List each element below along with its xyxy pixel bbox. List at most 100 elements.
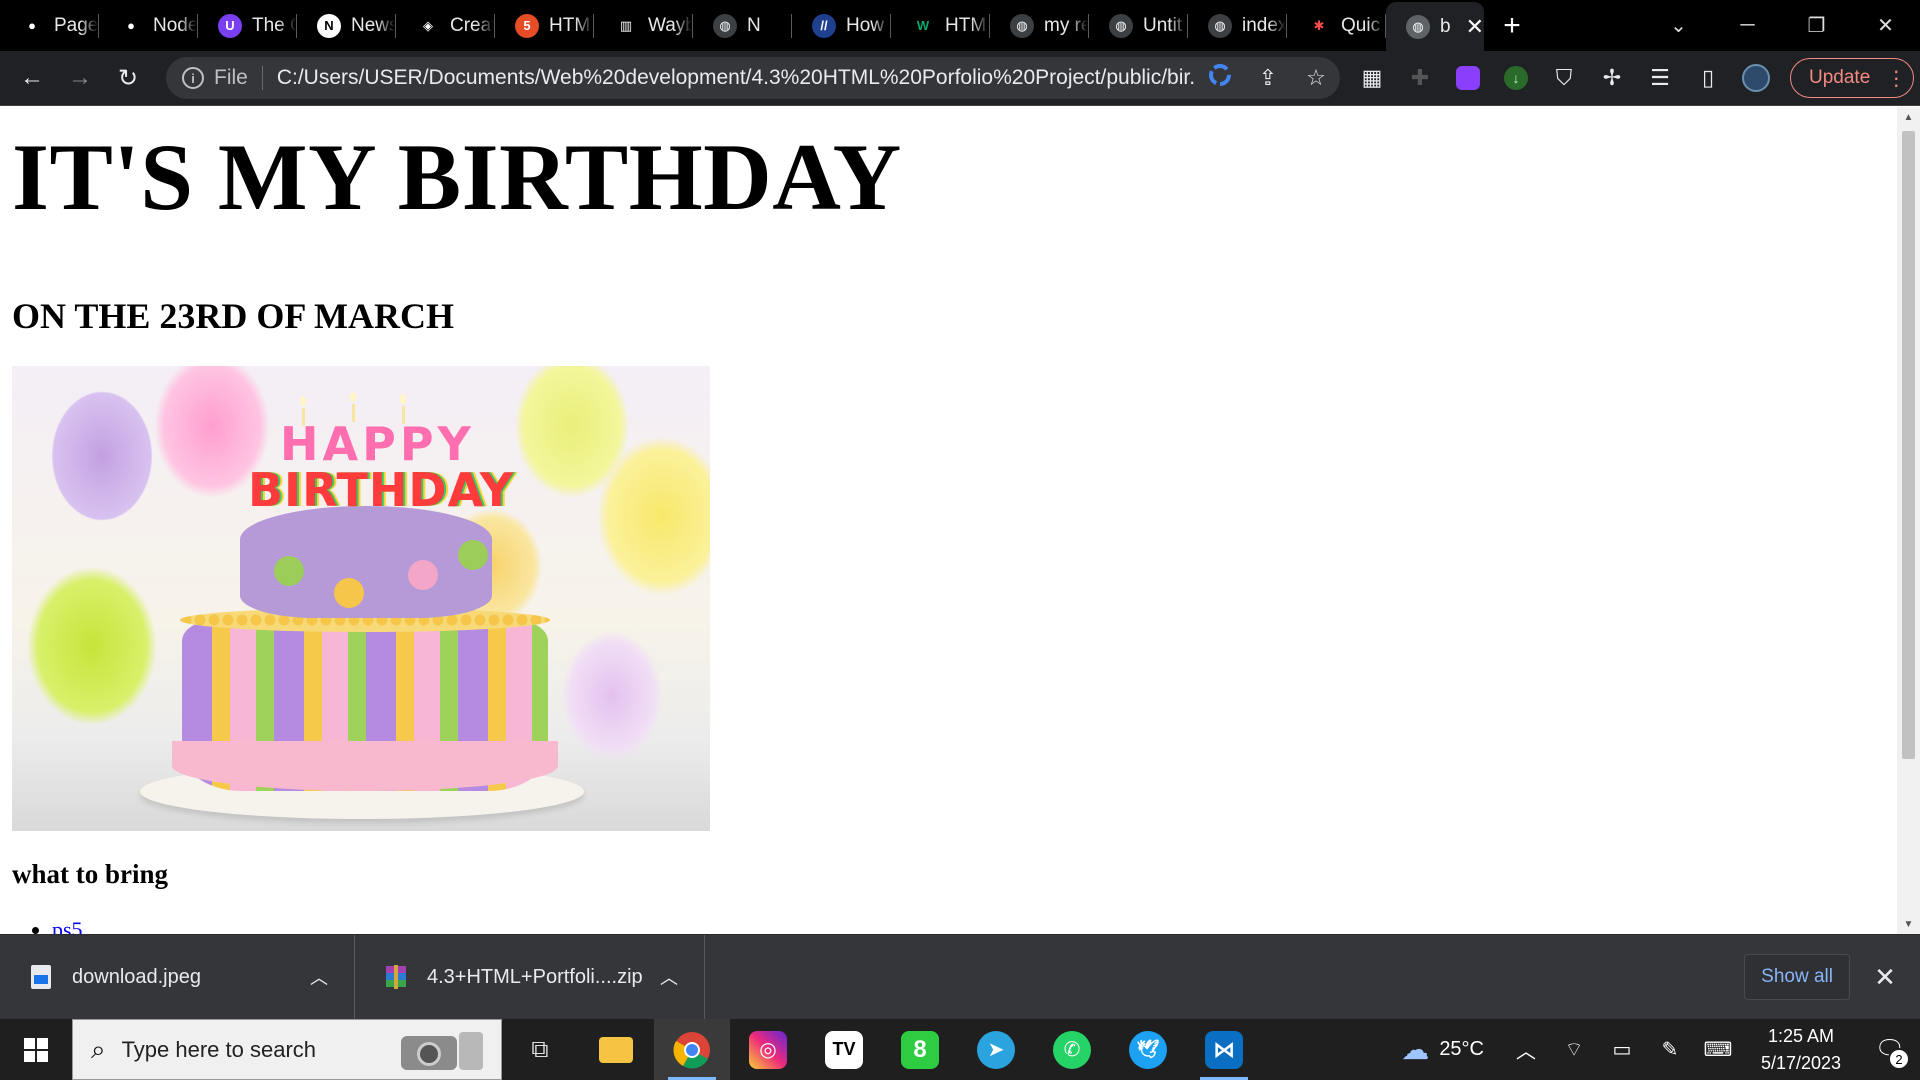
side-panel-icon[interactable]: ▯ (1684, 51, 1732, 106)
tab-1[interactable]: ● Node (99, 0, 198, 51)
tab-label: Untit (1143, 14, 1183, 36)
url-text[interactable]: C:/Users/USER/Documents/Web%20developmen… (277, 66, 1196, 90)
download-item[interactable]: 4.3+HTML+Portfoli....zip ︿ (355, 934, 705, 1020)
file-explorer-icon[interactable] (578, 1019, 654, 1080)
whatsapp-icon[interactable]: ✆ (1034, 1019, 1110, 1080)
codecademy-icon: // (812, 13, 836, 38)
wifi-icon[interactable]: ⌔ (1550, 1037, 1598, 1062)
cake-candle-letters: HAPPY BIRTHDAY (248, 421, 514, 513)
bookmark-star-icon[interactable]: ☆ (1292, 65, 1340, 91)
scroll-up-icon[interactable]: ▲ (1897, 107, 1920, 127)
tab-7[interactable]: ◍ N (693, 0, 792, 51)
start-button[interactable] (0, 1019, 72, 1080)
tabstrip-spacer (1540, 0, 1644, 51)
tab-5[interactable]: 5 HTM (495, 0, 594, 51)
tab-label: How (846, 14, 885, 36)
tab-10[interactable]: ◍ my re (990, 0, 1089, 51)
tab-4[interactable]: ◈ Creat (396, 0, 495, 51)
kebab-menu-icon[interactable]: ⋮ (1886, 66, 1906, 91)
system-tray: ☁ 25°C ︿ ⌔ ▭ ✎ ⌨ 1:25 AM 5/17/2023 🗨 2 (1383, 1019, 1920, 1080)
pen-icon[interactable]: ✎ (1646, 1037, 1694, 1062)
purple-extension-icon[interactable] (1444, 51, 1492, 106)
weather-temp: 25°C (1439, 1038, 1484, 1060)
news-icon: N (317, 13, 341, 38)
taskbar-search-box[interactable]: ⌕ Type here to search (72, 1019, 502, 1080)
cloud-icon: ☁ (1401, 1034, 1430, 1065)
new-tab-button[interactable]: + (1484, 0, 1540, 51)
tab-11[interactable]: ◍ Untit (1089, 0, 1188, 51)
tradingview-icon[interactable]: TV (806, 1019, 882, 1080)
clock[interactable]: 1:25 AM 5/17/2023 (1742, 1023, 1860, 1077)
puzzle-extensions-icon[interactable]: ✢ (1588, 51, 1636, 106)
scroll-down-icon[interactable]: ▼ (1897, 914, 1920, 934)
tab-active[interactable]: ◍ b ✕ (1386, 2, 1484, 51)
tab-label: index (1242, 14, 1286, 36)
tab-0[interactable]: ● Page (0, 0, 99, 51)
image-file-icon (31, 965, 51, 989)
address-bar[interactable]: i File C:/Users/USER/Documents/Web%20dev… (166, 57, 1340, 99)
search-highlight-camera-icon (397, 1026, 487, 1074)
cake-dot (274, 556, 304, 586)
info-icon[interactable]: i (182, 67, 204, 89)
close-download-bar-icon[interactable]: ✕ (1850, 962, 1920, 993)
chevron-up-icon[interactable]: ︿ (1502, 1035, 1550, 1064)
tab-label: Wayb (648, 14, 692, 36)
candle-flame (400, 394, 406, 404)
notification-center-icon[interactable]: 🗨 2 (1860, 1019, 1920, 1080)
show-all-button[interactable]: Show all (1744, 954, 1850, 1000)
battery-icon[interactable]: ▭ (1598, 1037, 1646, 1062)
back-button[interactable]: ← (8, 51, 56, 106)
profile-avatar[interactable] (1732, 51, 1780, 106)
reload-button[interactable]: ↻ (104, 51, 152, 106)
page-scrollbar[interactable]: ▲ ▼ (1897, 107, 1920, 934)
globe-icon: ◍ (1010, 13, 1034, 38)
share-icon[interactable]: ⇪ (1244, 65, 1292, 91)
url-scheme: File (214, 66, 248, 89)
twitter-icon[interactable]: 🕊 (1110, 1019, 1186, 1080)
telegram-icon[interactable]: ➤ (958, 1019, 1034, 1080)
page-subheading: ON THE 23RD OF MARCH (12, 296, 455, 336)
shield-icon[interactable]: ⛉ (1540, 51, 1588, 106)
keyboard-icon[interactable]: ⌨ (1694, 1037, 1742, 1062)
tab-9[interactable]: W HTM (891, 0, 990, 51)
media-queue-icon[interactable]: ☰ (1636, 51, 1684, 106)
tab-search-icon[interactable]: ⌄ (1644, 0, 1713, 51)
restore-icon[interactable]: ❐ (1782, 0, 1851, 51)
tab-12[interactable]: ◍ index (1188, 0, 1287, 51)
page-viewport: IT'S MY BIRTHDAY ON THE 23RD OF MARCH HA… (0, 107, 1897, 934)
tab-13[interactable]: ✱ Quic (1287, 0, 1386, 51)
tab-label: b (1440, 15, 1451, 37)
green-app-icon[interactable]: 8 (882, 1019, 958, 1080)
weather-widget[interactable]: ☁ 25°C (1383, 1033, 1502, 1066)
minimize-icon[interactable]: ─ (1713, 0, 1782, 51)
extension-disabled-icon: ✚ (1410, 65, 1430, 90)
tab-8[interactable]: // How (792, 0, 891, 51)
bring-list: ps5 (52, 917, 83, 934)
download-item[interactable]: download.jpeg ︿ (0, 934, 355, 1020)
close-tab-icon[interactable]: ✕ (1466, 14, 1484, 40)
close-window-icon[interactable]: ✕ (1851, 0, 1920, 51)
tab-label: Quic (1341, 14, 1381, 36)
chevron-up-icon[interactable]: ︿ (310, 964, 328, 990)
download-filename: download.jpeg (72, 965, 201, 988)
qr-code-icon[interactable]: ▦ (1348, 51, 1396, 106)
tab-6[interactable]: ▥ Wayb (594, 0, 693, 51)
download-filename: 4.3+HTML+Portfoli....zip (427, 965, 643, 988)
update-button[interactable]: Update ⋮ (1790, 58, 1914, 98)
list-item: ps5 (52, 917, 83, 934)
task-view-icon[interactable]: ⧉ (502, 1019, 578, 1080)
google-lens-icon[interactable] (1196, 64, 1244, 92)
notification-count: 2 (1888, 1048, 1910, 1070)
cake-dot (458, 540, 488, 570)
tab-3[interactable]: N News (297, 0, 396, 51)
vscode-icon[interactable]: ⋈ (1186, 1019, 1262, 1080)
scrollbar-thumb[interactable] (1902, 131, 1915, 759)
tab-2[interactable]: U The C (198, 0, 297, 51)
download-extension-icon[interactable]: ↓ (1492, 51, 1540, 106)
chrome-icon[interactable] (654, 1019, 730, 1080)
forward-button[interactable]: → (56, 51, 104, 106)
omnibox-separator (261, 66, 263, 90)
list-item-link[interactable]: ps5 (52, 917, 83, 934)
chevron-up-icon[interactable]: ︿ (660, 964, 678, 990)
instagram-icon[interactable]: ◎ (730, 1019, 806, 1080)
